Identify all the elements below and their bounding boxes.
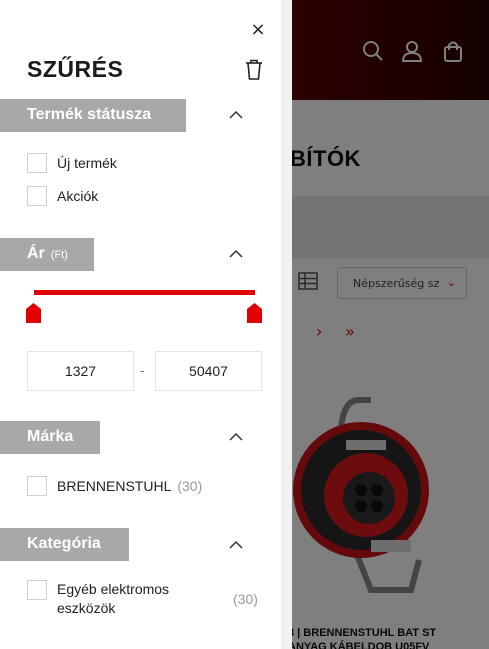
filter-panel: × SZŰRÉS Termék státusza Új termék Akció…	[0, 0, 281, 649]
option-label: Egyéb elektromos eszközök	[57, 581, 170, 616]
checkbox[interactable]	[27, 153, 47, 173]
section-price-title: Ár	[27, 245, 45, 262]
section-category-header[interactable]: Kategória	[0, 528, 129, 561]
checkbox[interactable]	[27, 580, 47, 600]
option-sales[interactable]: Akciók	[27, 185, 98, 207]
close-button[interactable]: ×	[249, 19, 267, 41]
price-min-input[interactable]	[27, 351, 134, 391]
option-label: Új termék	[57, 155, 117, 171]
checkbox[interactable]	[27, 476, 47, 496]
price-unit: (Ft)	[50, 249, 68, 261]
section-brand-header[interactable]: Márka	[0, 421, 100, 454]
price-separator: -	[140, 362, 145, 378]
section-status-title: Termék státusza	[27, 106, 152, 123]
checkbox[interactable]	[27, 186, 47, 206]
price-max-input[interactable]	[155, 351, 262, 391]
option-count: (30)	[177, 478, 203, 494]
option-brennenstuhl[interactable]: BRENNENSTUHL (30)	[27, 475, 202, 497]
chevron-up-icon[interactable]	[228, 540, 244, 550]
panel-scrollbar[interactable]	[281, 0, 292, 649]
chevron-up-icon[interactable]	[228, 432, 244, 442]
price-slider-min-handle[interactable]	[26, 303, 41, 323]
option-count: (30)	[233, 591, 258, 607]
section-price-header[interactable]: Ár (Ft)	[0, 238, 94, 271]
option-label: Akciók	[57, 188, 99, 204]
trash-icon[interactable]	[245, 59, 263, 80]
filter-title: SZŰRÉS	[27, 56, 124, 82]
price-slider-track[interactable]	[34, 290, 255, 295]
option-new-product[interactable]: Új termék	[27, 152, 117, 174]
section-brand-title: Márka	[27, 428, 74, 445]
section-status-header[interactable]: Termék státusza	[0, 99, 186, 132]
price-slider-max-handle[interactable]	[247, 303, 262, 323]
chevron-up-icon[interactable]	[228, 110, 244, 120]
option-other-electric[interactable]: Egyéb elektromos eszközök (30)	[27, 580, 267, 618]
chevron-up-icon[interactable]	[228, 249, 244, 259]
section-category-title: Kategória	[27, 535, 101, 552]
option-label: BRENNENSTUHL	[57, 478, 172, 494]
